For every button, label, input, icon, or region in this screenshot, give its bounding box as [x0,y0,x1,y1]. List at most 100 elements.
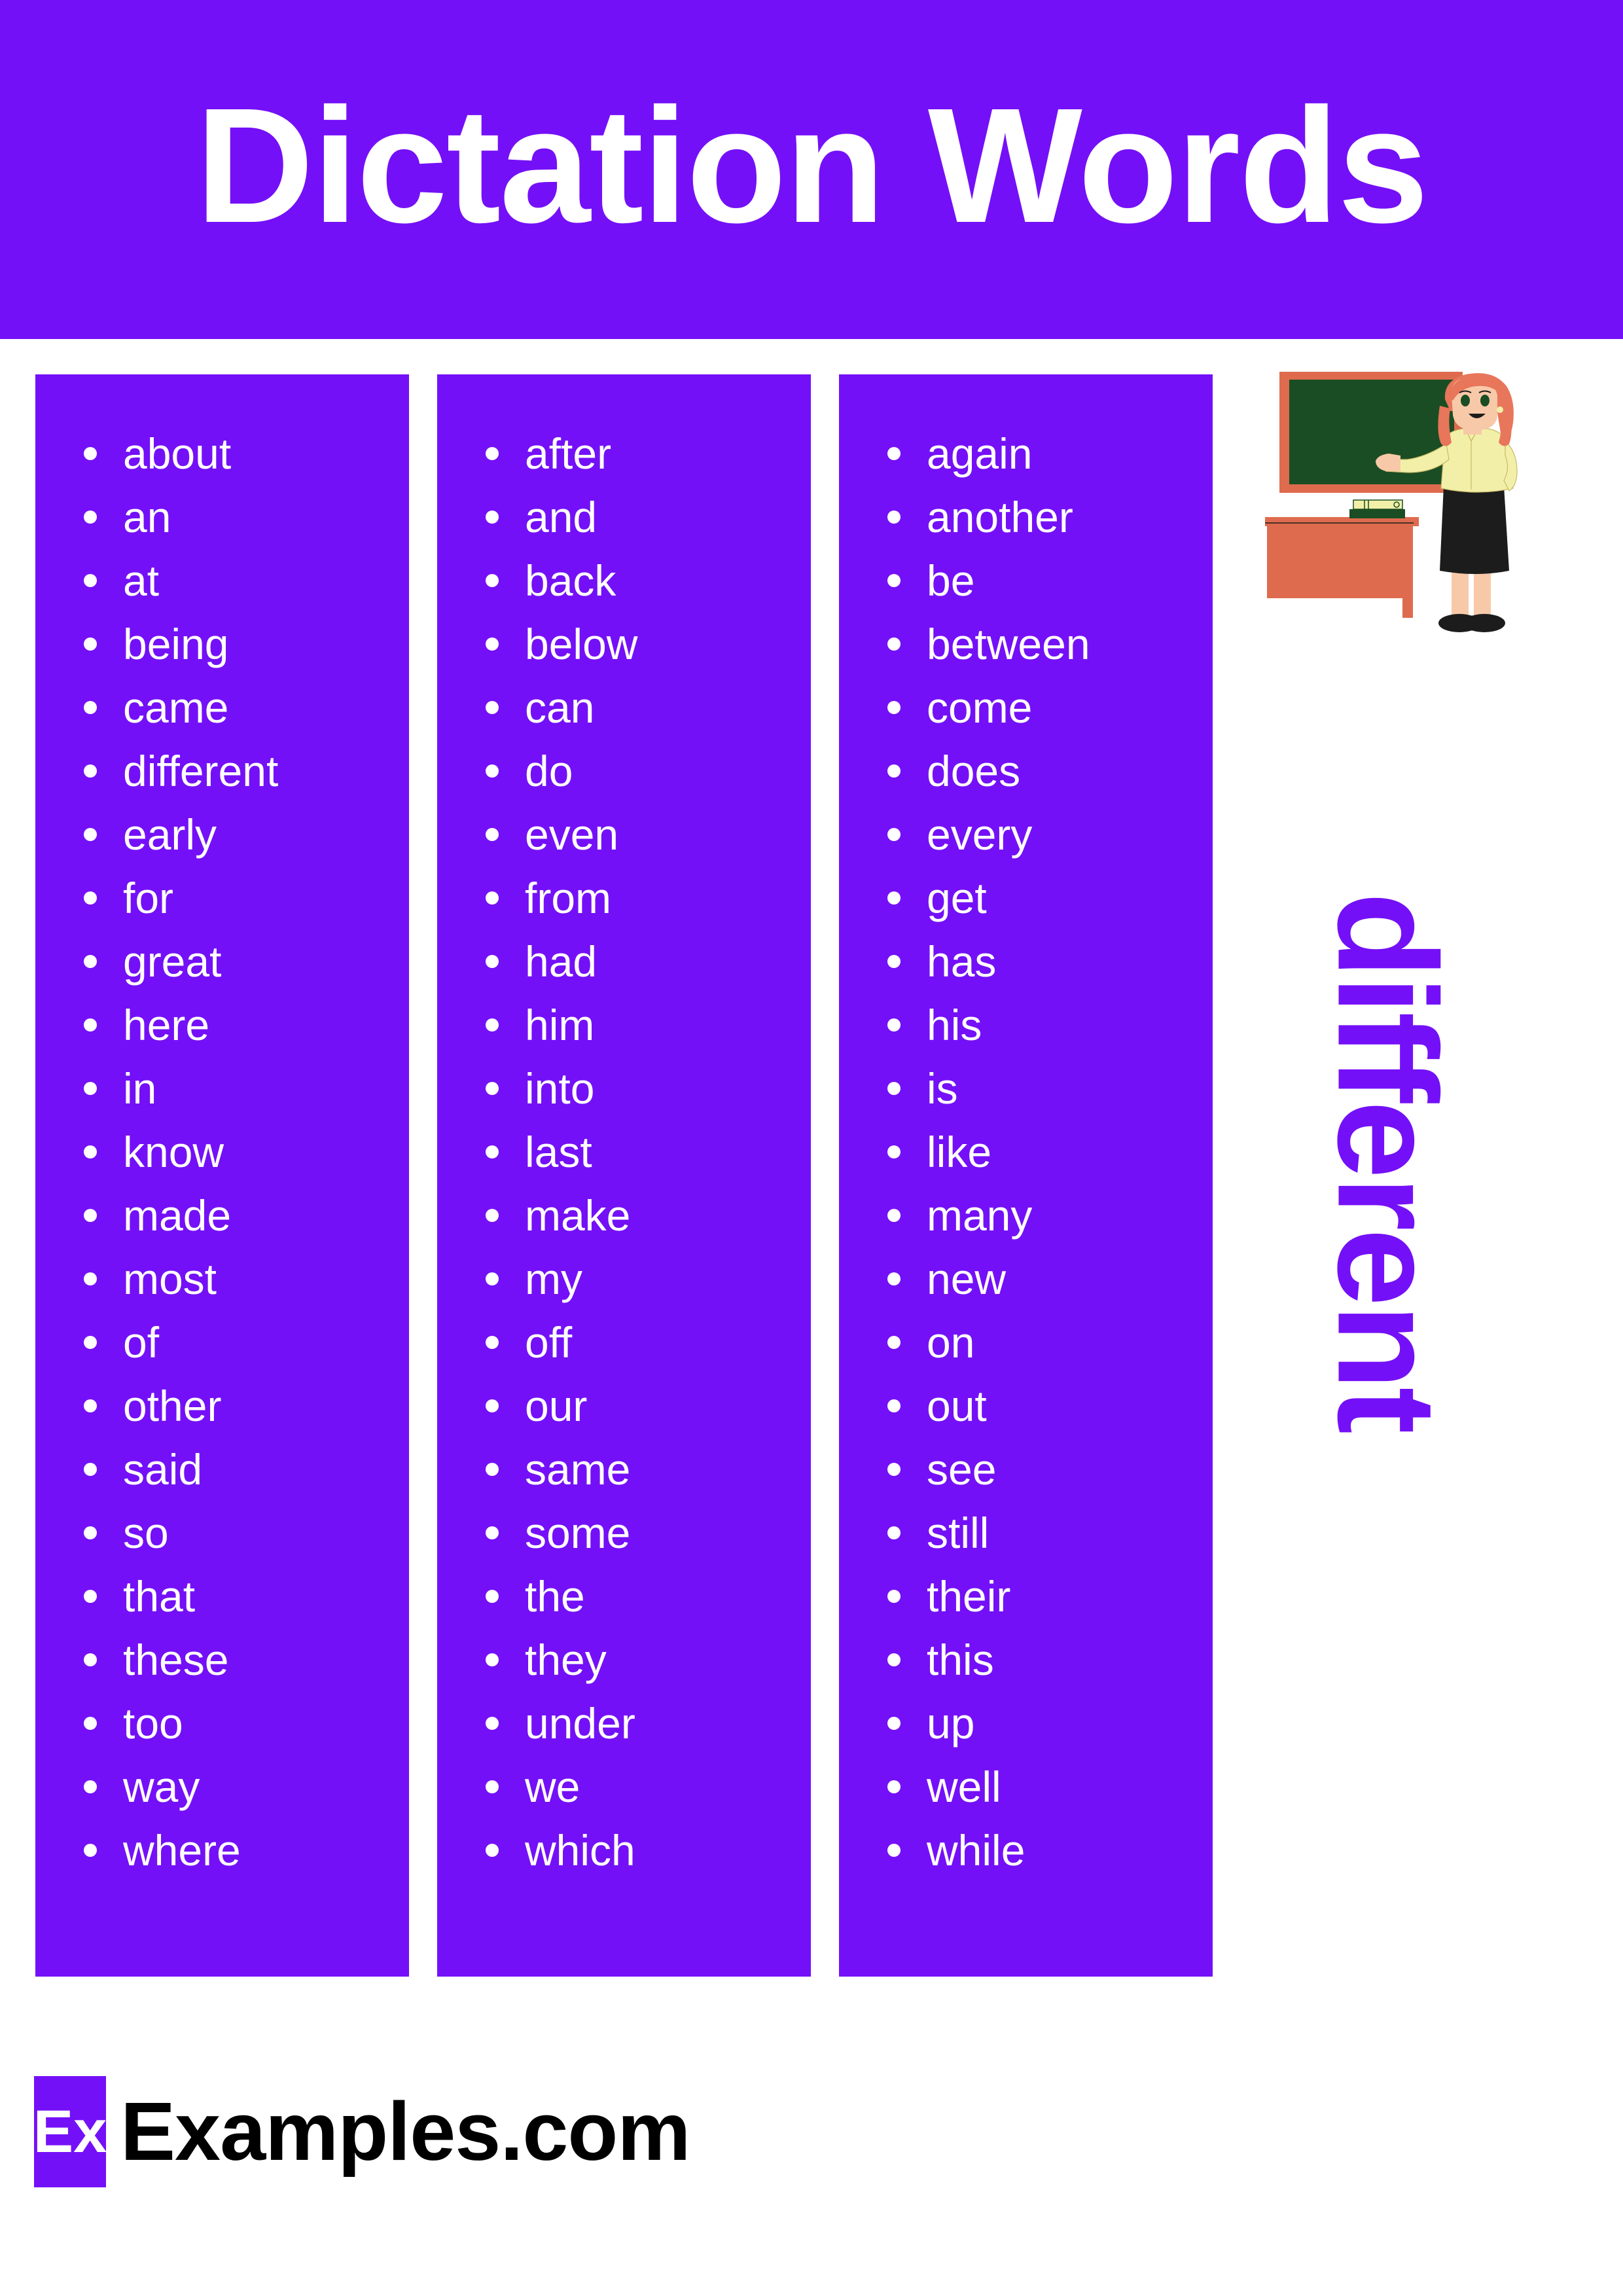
word-label: still [927,1508,990,1557]
bullet-icon [84,446,97,460]
bullet-icon [84,573,97,587]
word-list-item: under [437,1691,811,1755]
word-list-item: here [35,993,409,1056]
bullet-icon [486,510,499,524]
bullet-icon [887,1145,901,1158]
bullet-icon [887,1208,901,1222]
bullet-icon [486,446,499,460]
header-banner: Dictation Words [0,0,1623,339]
word-list-item: these [35,1628,409,1691]
word-label: every [927,810,1033,859]
bullet-icon [887,1462,901,1476]
bullet-icon [486,1018,499,1031]
word-label: even [525,810,619,859]
bullet-icon [486,1653,499,1666]
word-list-item: see [839,1437,1213,1501]
word-label: can [525,683,595,732]
bullet-icon [887,1272,901,1285]
bullet-icon [887,1716,901,1730]
word-list-item: at [35,548,409,612]
word-list-item: up [839,1691,1213,1755]
word-list-item: so [35,1501,409,1564]
word-list-item: my [437,1247,811,1310]
bullet-icon [486,1272,499,1285]
word-label: does [927,746,1021,795]
bullet-icon [84,1081,97,1095]
word-label: below [525,619,638,668]
word-label: again [927,429,1033,478]
word-list-item: and [437,485,811,548]
bullet-icon [486,1780,499,1793]
word-label: see [927,1444,997,1494]
word-label: back [525,556,616,605]
word-label: between [927,619,1090,668]
word-list-item: into [437,1056,811,1120]
bullet-icon [84,637,97,651]
bullet-icon [887,1335,901,1349]
word-list-item: his [839,993,1213,1056]
bullet-icon [887,510,901,524]
word-label: they [525,1635,607,1684]
examples-logo-mark: Ex [33,2076,107,2187]
bullet-icon [486,1716,499,1730]
bullet-icon [84,1716,97,1730]
bullet-icon [486,1081,499,1095]
word-label: well [927,1762,1001,1811]
bullet-icon [486,891,499,905]
bullet-icon [84,1589,97,1603]
word-list-item: where [35,1818,409,1882]
bullet-icon [887,446,901,460]
word-label: for [123,873,174,922]
word-list-item: on [839,1310,1213,1374]
word-list-item: being [35,612,409,675]
word-list-item: come [839,675,1213,739]
word-list-item: early [35,802,409,866]
word-list-item: in [35,1056,409,1120]
word-list-item: the [437,1564,811,1628]
word-label: into [525,1064,595,1113]
bullet-icon [887,1589,901,1603]
word-list-item: their [839,1564,1213,1628]
word-list-item: between [839,612,1213,675]
bullet-icon [887,1081,901,1095]
word-list-item: we [437,1755,811,1818]
word-label: other [123,1381,222,1430]
word-list-item: off [437,1310,811,1374]
word-label: last [525,1127,592,1176]
word-column-2: after and back below can do even from had him into… [437,374,811,1977]
bullet-icon [486,637,499,651]
word-list-item: make [437,1183,811,1247]
word-label: under [525,1698,635,1748]
bullet-icon [486,1208,499,1222]
word-label: at [123,556,160,605]
word-list-item: after [437,422,811,485]
word-label: great [123,937,222,986]
word-label: different [123,746,279,795]
word-label: know [123,1127,224,1176]
word-list-item: too [35,1691,409,1755]
word-label: another [927,492,1073,541]
bullet-icon [486,1145,499,1158]
word-label: way [123,1762,200,1811]
word-list-item: same [437,1437,811,1501]
word-list-item: well [839,1755,1213,1818]
bullet-icon [887,1526,901,1539]
word-label: so [123,1508,169,1557]
word-label: an [123,492,171,541]
word-label: my [525,1254,582,1303]
word-list-item: out [839,1374,1213,1437]
word-list-item: different [35,739,409,802]
word-label: most [123,1254,217,1303]
word-list-item: they [437,1628,811,1691]
word-label: that [123,1571,196,1621]
bullet-icon [887,827,901,841]
word-label: said [123,1444,203,1494]
word-label: get [927,873,987,922]
bullet-icon [84,1399,97,1412]
bullet-icon [887,637,901,651]
bullet-icon [84,1780,97,1793]
word-list-item: about [35,422,409,485]
word-list-item: has [839,929,1213,993]
bullet-icon [486,764,499,778]
bullet-icon [486,954,499,968]
